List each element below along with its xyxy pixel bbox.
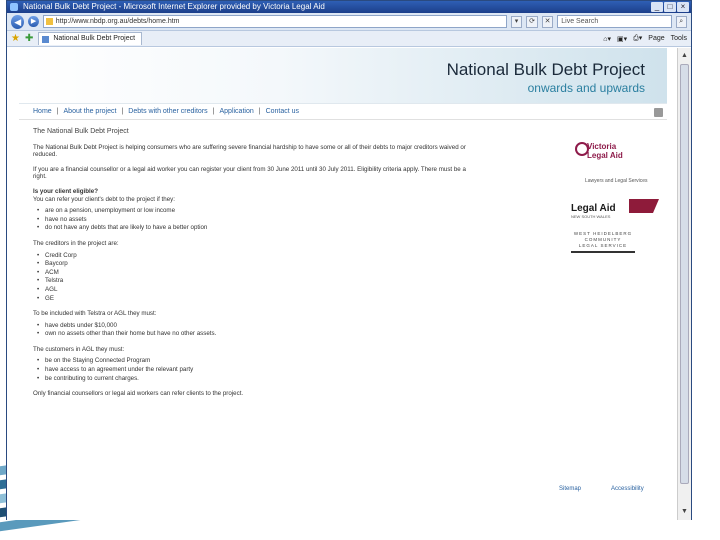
command-bar: ⌂▾ ▣▾ ⎙▾ Page Tools [603,34,687,43]
list-item: have no assets [33,216,473,224]
refresh-icon[interactable]: ⟳ [526,15,538,28]
forward-button[interactable]: ▶ [28,16,39,27]
page-icon [45,18,53,25]
stop-icon[interactable]: ✕ [541,15,554,28]
list-item: have debts under $10,000 [33,322,473,330]
maximize-button[interactable]: □ [664,2,676,12]
partner-logos: Victoria Legal Aid Lawyers and Legal Ser… [571,140,661,255]
la-flag-icon [629,199,659,213]
list-item: Telstra [33,277,473,285]
list-item: ACM [33,269,473,277]
scroll-down-icon[interactable]: ▼ [679,506,690,518]
agl-list: have debts under $10,000 own no assets o… [33,322,473,338]
eligible-list: are on a pension, unemployment or low in… [33,207,473,232]
eligible-question: Is your client eligible? [33,187,98,195]
browser-window: National Bulk Debt Project - Microsoft I… [6,0,692,520]
minimize-button[interactable]: _ [651,2,663,12]
print-icon[interactable] [654,108,663,117]
tab-bar: ★ ✚ National Bulk Debt Project ⌂▾ ▣▾ ⎙▾ … [7,31,691,47]
customers-list: be on the Staying Connected Program have… [33,357,473,382]
victoria-legal-aid-logo[interactable]: Victoria Legal Aid [571,140,661,178]
favorites-star-icon[interactable]: ★ [11,33,20,44]
accessibility-link[interactable]: Accessibility [611,486,644,492]
list-item: are on a pension, unemployment or low in… [33,207,473,215]
page-menu[interactable]: Page [648,35,664,42]
menu-contact[interactable]: Contact us [266,108,299,115]
home-icon[interactable]: ⌂▾ [603,35,611,43]
menu-home[interactable]: Home [33,108,52,115]
url-input[interactable]: http://www.nbdp.org.au/debts/home.htm [42,15,507,28]
tools-menu[interactable]: Tools [671,35,687,42]
site-tagline: onwards and upwards [527,81,645,95]
list-item: do not have any debts that are likely to… [33,224,473,232]
window-title: National Bulk Debt Project - Microsoft I… [23,2,325,11]
list-item: have access to an agreement under the re… [33,366,473,374]
list-item: GE [33,295,473,303]
register-text: If you are a financial counsellor or a l… [33,165,466,181]
tab-page-icon [42,36,50,43]
scroll-thumb[interactable] [680,64,689,484]
ie-icon [10,3,18,11]
print-toolbar-icon[interactable]: ⎙▾ [633,34,642,43]
list-item: own no assets other than their home but … [33,330,473,338]
vertical-scrollbar[interactable]: ▲ ▼ [677,48,691,520]
footer-links: Sitemap Accessibility [559,486,644,492]
web-page: National Bulk Debt Project onwards and u… [19,48,667,520]
address-bar: ◀ ▶ http://www.nbdp.org.au/debts/home.ht… [7,13,691,31]
site-menu: Home | About the project | Debts with othe… [19,104,667,120]
site-title: National Bulk Debt Project [446,60,645,79]
closing-text: Only financial counsellors or legal aid … [33,390,244,398]
agl-intro: To be included with Telstra or AGL they … [33,310,157,318]
main-content: The National Bulk Debt Project The Natio… [33,128,473,405]
menu-about[interactable]: About the project [64,108,117,115]
creditors-intro: The creditors in the project are: [33,239,119,247]
west-heidelberg-logo[interactable]: WEST HEIDELBERG COMMUNITY LEGAL SERVICE [571,231,635,253]
back-button[interactable]: ◀ [11,14,25,29]
customers-intro: The customers in AGL they must: [33,345,125,353]
list-item: Credit Corp [33,252,473,260]
title-bar: National Bulk Debt Project - Microsoft I… [7,1,691,13]
search-icon[interactable]: ⌕ [675,15,687,28]
scroll-up-icon[interactable]: ▲ [679,50,690,62]
url-text: http://www.nbdp.org.au/debts/home.htm [55,18,180,25]
via-subtitle: Lawyers and Legal Services [585,178,648,184]
wm-rule [571,251,635,253]
feeds-icon[interactable]: ▣▾ [617,35,627,43]
search-input[interactable]: Live Search [557,15,672,28]
menu-debts[interactable]: Debts with other creditors [128,108,207,115]
site-banner: National Bulk Debt Project onwards and u… [19,48,667,104]
content-heading: The National Bulk Debt Project [33,128,129,135]
tab-label: National Bulk Debt Project [53,35,136,42]
legal-aid-nsw-logo[interactable]: Legal Aid [571,198,661,220]
list-item: AGL [33,286,473,294]
list-item: Baycorp [33,260,473,268]
list-item: be on the Staying Connected Program [33,357,473,365]
sitemap-link[interactable]: Sitemap [559,486,581,492]
tab-active[interactable]: National Bulk Debt Project [38,32,143,45]
dropdown-icon[interactable]: ▾ [510,15,523,28]
close-button[interactable]: × [677,2,689,12]
window-controls: _ □ × [651,2,689,12]
search-placeholder: Live Search [561,18,599,25]
page-viewport: National Bulk Debt Project onwards and u… [7,48,677,520]
creditors-list: Credit Corp Baycorp ACM Telstra AGL GE [33,252,473,303]
add-favorites-icon[interactable]: ✚ [25,33,33,44]
eligible-intro: You can refer your client's debt to the … [33,195,175,203]
intro-text: The National Bulk Debt Project is helpin… [33,143,466,159]
menu-application[interactable]: Application [219,108,253,115]
list-item: be contributing to current charges. [33,375,473,383]
